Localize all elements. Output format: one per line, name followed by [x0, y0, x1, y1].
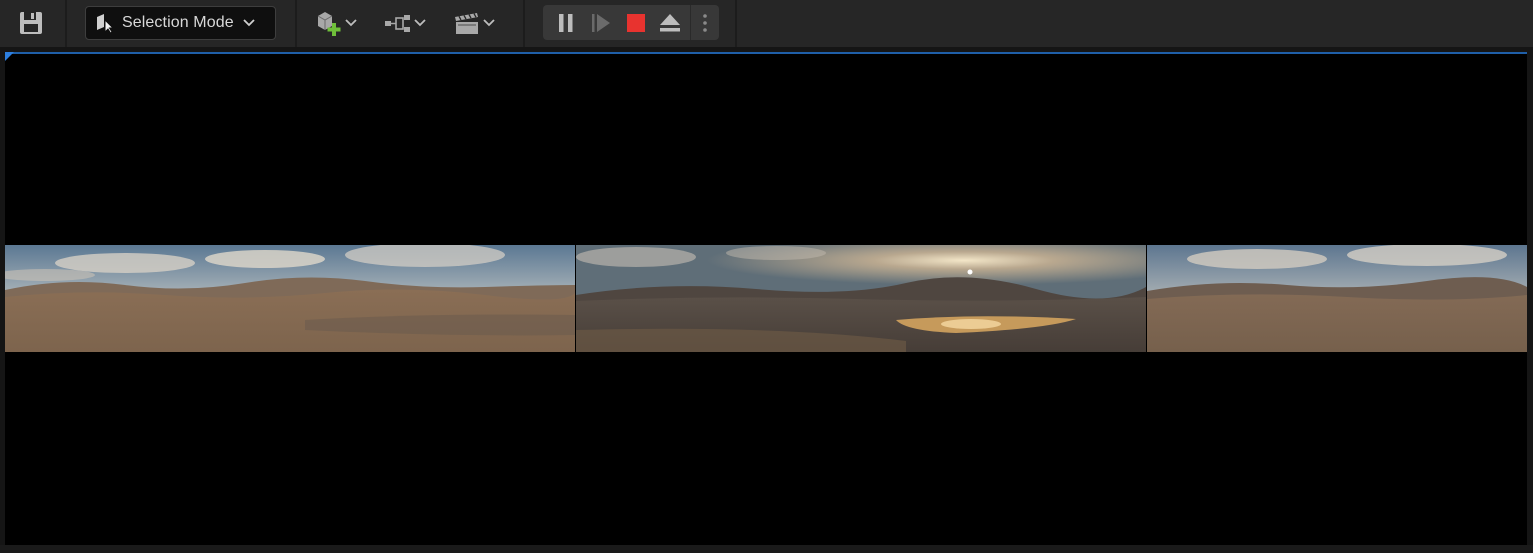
select-cursor-icon: [97, 14, 115, 34]
more-options-icon: [703, 13, 707, 32]
clapperboard-icon: [455, 13, 478, 34]
play-controls: [543, 5, 719, 40]
viewport-corner-marker: [5, 52, 14, 61]
selection-mode-label: Selection Mode: [122, 14, 234, 31]
toolbar-separator: [523, 0, 525, 47]
more-options-button[interactable]: [690, 5, 719, 40]
level-viewport[interactable]: [5, 54, 1527, 545]
stop-icon: [627, 13, 645, 32]
toolbar-separator: [65, 0, 67, 47]
toolbar-separator: [295, 0, 297, 47]
cinematics-button[interactable]: [452, 8, 496, 38]
pause-icon: [559, 13, 573, 32]
chevron-down-icon: [243, 19, 255, 27]
panorama-right: [1147, 245, 1527, 352]
save-button[interactable]: [18, 9, 46, 37]
chevron-down-icon: [483, 19, 495, 27]
chevron-down-icon: [345, 19, 357, 27]
frame-step-icon: [592, 13, 610, 32]
panorama-center: [576, 245, 1146, 352]
blueprint-icon: [385, 15, 410, 32]
quick-add-button[interactable]: [314, 8, 358, 38]
selection-mode-dropdown[interactable]: Selection Mode: [85, 6, 276, 40]
level-editor-toolbar: Selection Mode: [0, 0, 1533, 47]
pause-button[interactable]: [551, 5, 581, 40]
blueprints-button[interactable]: [383, 8, 427, 38]
eject-button[interactable]: [655, 5, 685, 40]
toolbar-separator: [735, 0, 737, 47]
save-icon: [20, 12, 42, 34]
chevron-down-icon: [414, 19, 426, 27]
frame-step-button[interactable]: [586, 5, 616, 40]
panorama-left: [5, 245, 575, 352]
eject-icon: [660, 13, 680, 31]
add-actor-icon: [317, 12, 341, 36]
stop-button[interactable]: [621, 5, 651, 40]
viewport-bottom-border: [0, 545, 1533, 553]
